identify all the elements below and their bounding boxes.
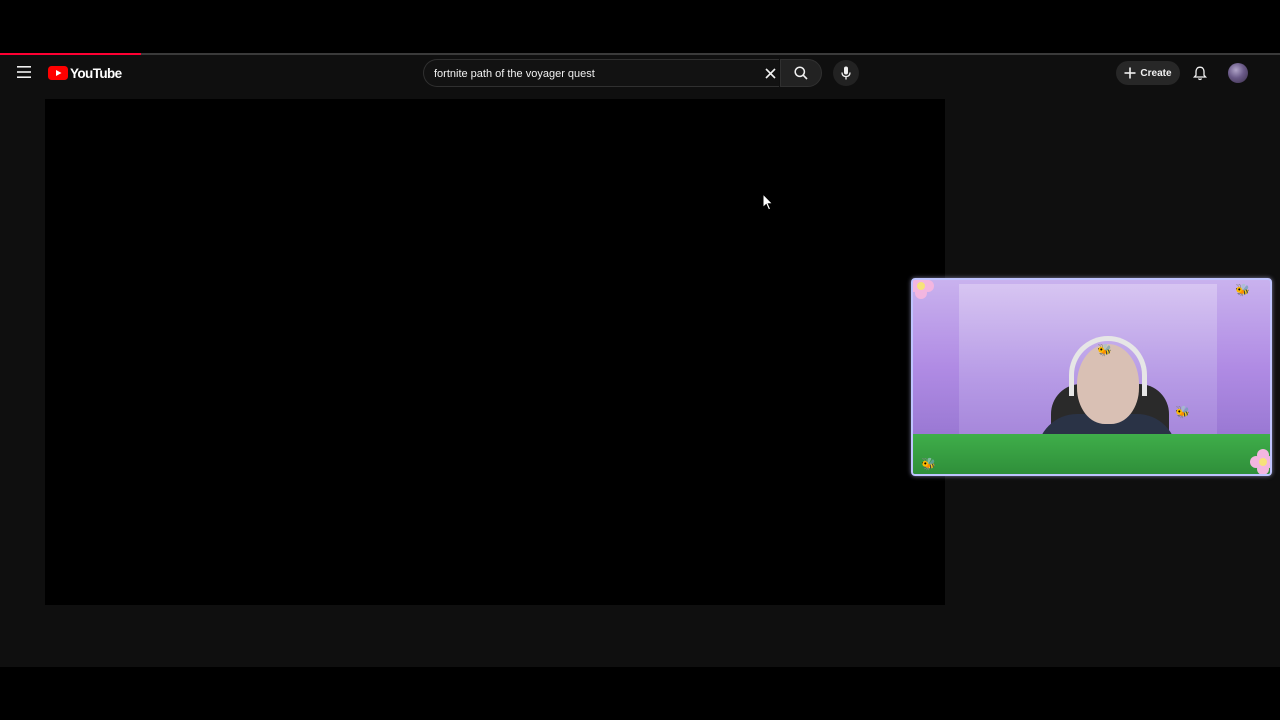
menu-button[interactable]	[12, 60, 36, 84]
grass-decoration	[913, 434, 1270, 474]
create-label: Create	[1140, 67, 1172, 79]
youtube-app: YouTube fortnite path of the voyager que…	[0, 53, 1280, 667]
youtube-play-icon	[48, 66, 68, 80]
bell-icon	[1193, 66, 1207, 80]
bee-icon: 🐝	[1175, 405, 1190, 419]
search-input[interactable]	[434, 65, 744, 83]
mouse-cursor-icon	[762, 193, 774, 211]
notifications-button[interactable]	[1188, 61, 1212, 85]
video-player[interactable]	[45, 99, 945, 605]
microphone-icon	[841, 66, 851, 80]
flower-icon	[1250, 449, 1270, 474]
voice-search-button[interactable]	[833, 60, 859, 86]
plus-icon	[1124, 67, 1136, 79]
bee-icon: 🐝	[921, 457, 936, 471]
masthead: YouTube fortnite path of the voyager que…	[0, 55, 1280, 91]
create-button[interactable]: Create	[1116, 61, 1180, 85]
search-box	[423, 59, 779, 87]
close-icon	[764, 67, 776, 79]
clear-search-button[interactable]	[760, 63, 780, 83]
webcam-overlay: 🐝 🐝 🐝 🐝	[911, 278, 1272, 476]
bee-icon: 🐝	[1097, 343, 1112, 357]
menu-icon	[17, 66, 31, 78]
account-avatar[interactable]	[1228, 63, 1248, 83]
search-button[interactable]	[780, 59, 822, 87]
bee-icon: 🐝	[1235, 283, 1250, 297]
logo-text: YouTube	[70, 65, 122, 81]
youtube-logo[interactable]: YouTube	[48, 65, 122, 81]
search-icon	[794, 66, 808, 80]
flower-icon	[913, 280, 934, 299]
